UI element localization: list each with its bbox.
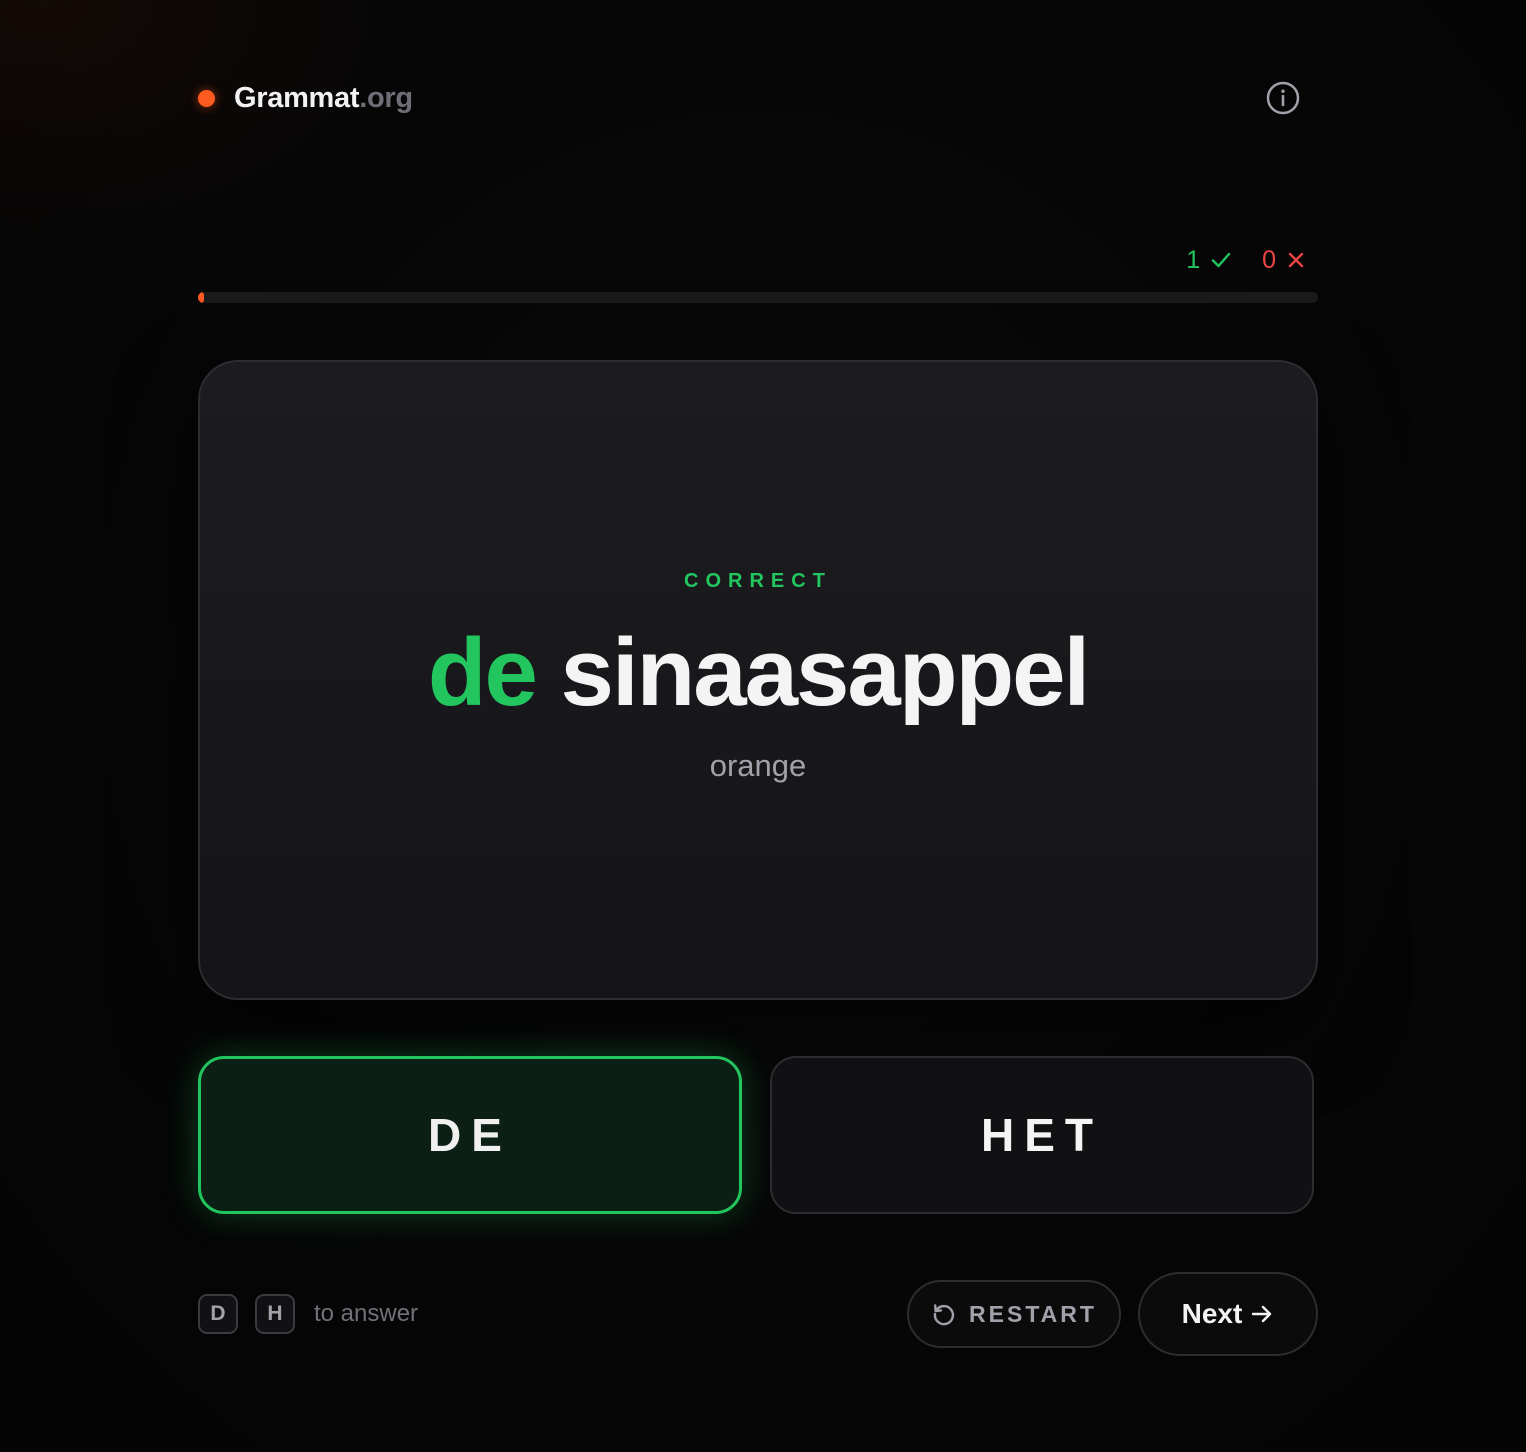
key-d: D — [198, 1294, 238, 1334]
info-button[interactable] — [1266, 81, 1300, 115]
brand-logo[interactable]: Grammat .org — [198, 76, 413, 120]
check-icon — [1211, 252, 1231, 268]
word-article: de — [427, 619, 538, 726]
restart-icon — [933, 1304, 955, 1326]
score-counter: 1 0 — [1186, 242, 1306, 278]
progress-bar — [198, 292, 1318, 303]
word-noun: sinaasappel — [560, 619, 1091, 726]
page: Grammat .org 1 0 CORRECT de sinaasappel … — [0, 0, 1526, 1452]
brand-name: Grammat — [234, 81, 360, 114]
wrong-count: 0 — [1262, 246, 1306, 275]
correct-count-value: 1 — [1186, 245, 1201, 274]
key-h: H — [255, 1294, 295, 1334]
answer-het-button[interactable]: HET — [770, 1056, 1314, 1214]
hint-text: to answer — [314, 1300, 419, 1327]
correct-count: 1 — [1186, 246, 1232, 275]
cross-icon — [1288, 252, 1304, 268]
progress-fill — [198, 292, 204, 303]
brand-tld: .org — [359, 81, 413, 114]
answer-status: CORRECT — [684, 570, 832, 592]
answer-de-button[interactable]: DE — [198, 1056, 742, 1214]
next-button[interactable]: Next — [1138, 1272, 1318, 1356]
restart-label: RESTART — [969, 1300, 1097, 1327]
word-display: de sinaasappel — [198, 618, 1318, 728]
word-translation: orange — [709, 748, 807, 783]
next-label: Next — [1181, 1298, 1243, 1329]
header: Grammat .org — [198, 76, 1318, 120]
arrow-right-icon — [1252, 1305, 1272, 1323]
keyboard-hint: D H to answer — [198, 1292, 418, 1336]
restart-button[interactable]: RESTART — [907, 1280, 1121, 1348]
app-container: Grammat .org 1 0 CORRECT de sinaasappel … — [198, 0, 1318, 1452]
brand-dot-icon — [198, 89, 215, 107]
info-icon — [1266, 81, 1300, 115]
wrong-count-value: 0 — [1262, 245, 1276, 274]
